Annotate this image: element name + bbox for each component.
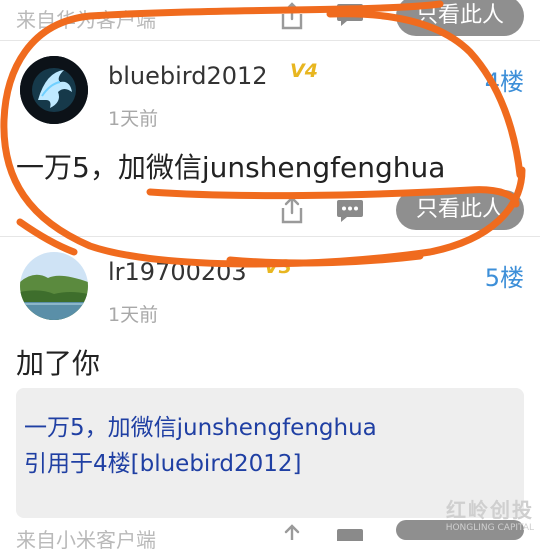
user-level-badge: V4 [290,60,318,82]
divider [0,236,540,237]
view-only-this-user-button[interactable]: 只看此人 [396,0,524,36]
share-icon[interactable] [280,524,304,544]
share-icon[interactable] [280,196,304,228]
post-username[interactable]: lr19700203 [108,258,247,286]
avatar[interactable] [20,56,88,124]
post-content: 加了你 [16,347,101,380]
post-source-label: 来自小米客户端 [16,528,156,552]
post-source-label: 来自华为客户端 [16,8,156,32]
watermark-logo: 红岭创投 HONGLING CAPITAL [445,498,534,533]
divider [0,40,540,41]
comment-icon[interactable] [335,198,365,228]
post-time: 1天前 [108,304,159,326]
floor-number: 4楼 [484,68,524,96]
comment-icon[interactable] [335,2,365,32]
view-only-this-user-button[interactable]: 只看此人 [396,190,524,230]
user-level-badge: V3 [264,256,292,278]
floor-number: 5楼 [484,264,524,292]
avatar[interactable] [20,252,88,320]
comment-icon[interactable] [335,526,365,545]
quoted-text: 一万5，加微信junshengfenghua [24,415,377,441]
post-username[interactable]: bluebird2012 [108,62,268,90]
post-time: 1天前 [108,108,159,130]
quote-reference[interactable]: 引用于4楼[bluebird2012] [24,444,301,478]
post-content: 一万5，加微信junshengfenghua [16,151,446,184]
share-icon[interactable] [280,2,304,34]
